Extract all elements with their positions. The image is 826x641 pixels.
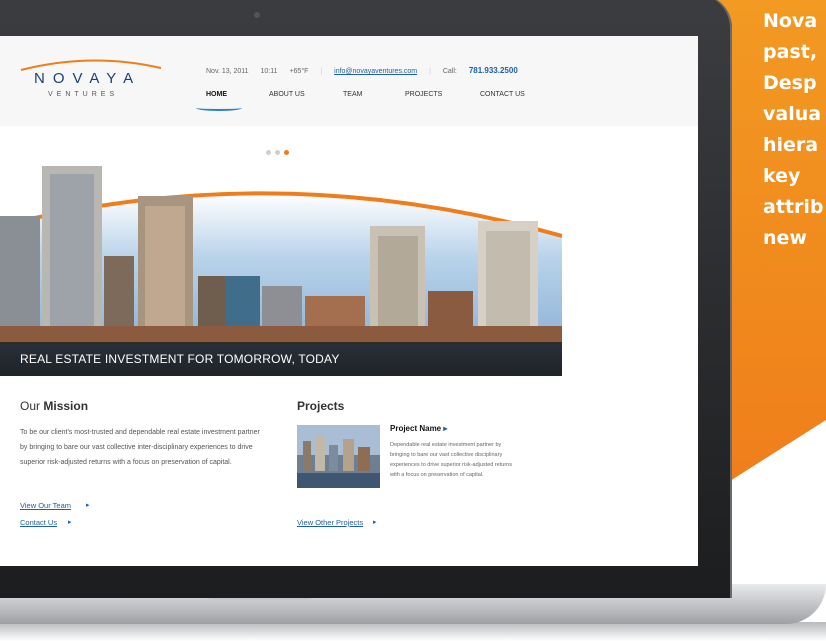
promo-line: hiera [763, 134, 819, 156]
view-other-projects-link[interactable]: View Other Projects [297, 518, 363, 527]
hero-banner: REAL ESTATE INVESTMENT FOR TOMORROW, TOD… [0, 126, 563, 376]
header-date: Nov. 13, 2011 [206, 68, 249, 75]
mission-title: Our Mission [20, 399, 88, 413]
laptop-lid: NOVAYA VENTURES Nov. 13, 2011 10:11 +65°… [0, 0, 732, 598]
promo-line: key [763, 165, 801, 187]
nav-team[interactable]: TEAM [343, 91, 362, 98]
header-call-label: Call: [442, 68, 457, 75]
promo-line: Desp [763, 72, 817, 94]
logo-main-text: NOVAYA [34, 70, 142, 87]
header-time: 10:11 [260, 68, 278, 75]
promo-line: Nova [763, 10, 818, 32]
mission-text: To be our client's most-trusted and depe… [20, 429, 260, 466]
nav-contact-us[interactable]: CONTACT US [480, 91, 525, 98]
promo-line: valua [763, 103, 822, 125]
chevron-right-icon[interactable]: ▸ [68, 518, 72, 526]
header-call-number[interactable]: 781.933.2500 [469, 66, 518, 75]
view-our-team-link[interactable]: View Our Team [20, 501, 71, 510]
content-section: Our Mission To be our client's most-trus… [0, 381, 698, 566]
mission-title-bold: Mission [43, 399, 89, 413]
mission-title-light: Our [20, 399, 41, 413]
laptop-screen: NOVAYA VENTURES Nov. 13, 2011 10:11 +65°… [0, 36, 698, 566]
site-header: NOVAYA VENTURES Nov. 13, 2011 10:11 +65°… [0, 36, 698, 126]
nav-home[interactable]: HOME [206, 91, 227, 98]
promo-line: attrib [763, 196, 824, 218]
city-skyline-image [0, 166, 563, 376]
project-name-link[interactable]: Project Name ▸ [390, 424, 447, 433]
chevron-right-icon[interactable]: ▸ [373, 518, 377, 526]
nav-projects[interactable]: PROJECTS [405, 91, 442, 98]
project-name: Project Name [390, 424, 442, 433]
nav-active-indicator [196, 105, 242, 111]
promo-text: Nova past, Desp valua hiera key attrib n… [763, 6, 826, 254]
chevron-right-icon[interactable]: ▸ [86, 501, 90, 509]
divider: | [429, 68, 431, 75]
promo-line: past, [763, 41, 818, 63]
camera-icon [254, 12, 260, 18]
hero-caption: REAL ESTATE INVESTMENT FOR TOMORROW, TOD… [0, 342, 562, 376]
header-info-bar: Nov. 13, 2011 10:11 +65°F | info@novayav… [206, 66, 528, 75]
nav-about-us[interactable]: ABOUT US [269, 91, 305, 98]
chevron-right-icon: ▸ [443, 424, 448, 433]
projects-title: Projects [297, 399, 345, 413]
laptop-shadow [0, 622, 826, 641]
promo-line: new [763, 227, 807, 249]
divider: | [320, 68, 323, 75]
contact-us-link[interactable]: Contact Us [20, 518, 57, 527]
project-thumbnail[interactable] [297, 425, 380, 488]
project-description: Dependable real estate investment partne… [390, 442, 512, 478]
header-email-link[interactable]: info@novayaventures.com [334, 68, 417, 75]
main-nav: HOME ABOUT US TEAM PROJECTS CONTACT US [196, 91, 536, 111]
site-logo[interactable]: NOVAYA VENTURES [16, 58, 166, 108]
header-temperature: +65°F [289, 68, 309, 75]
logo-sub-text: VENTURES [48, 91, 119, 98]
